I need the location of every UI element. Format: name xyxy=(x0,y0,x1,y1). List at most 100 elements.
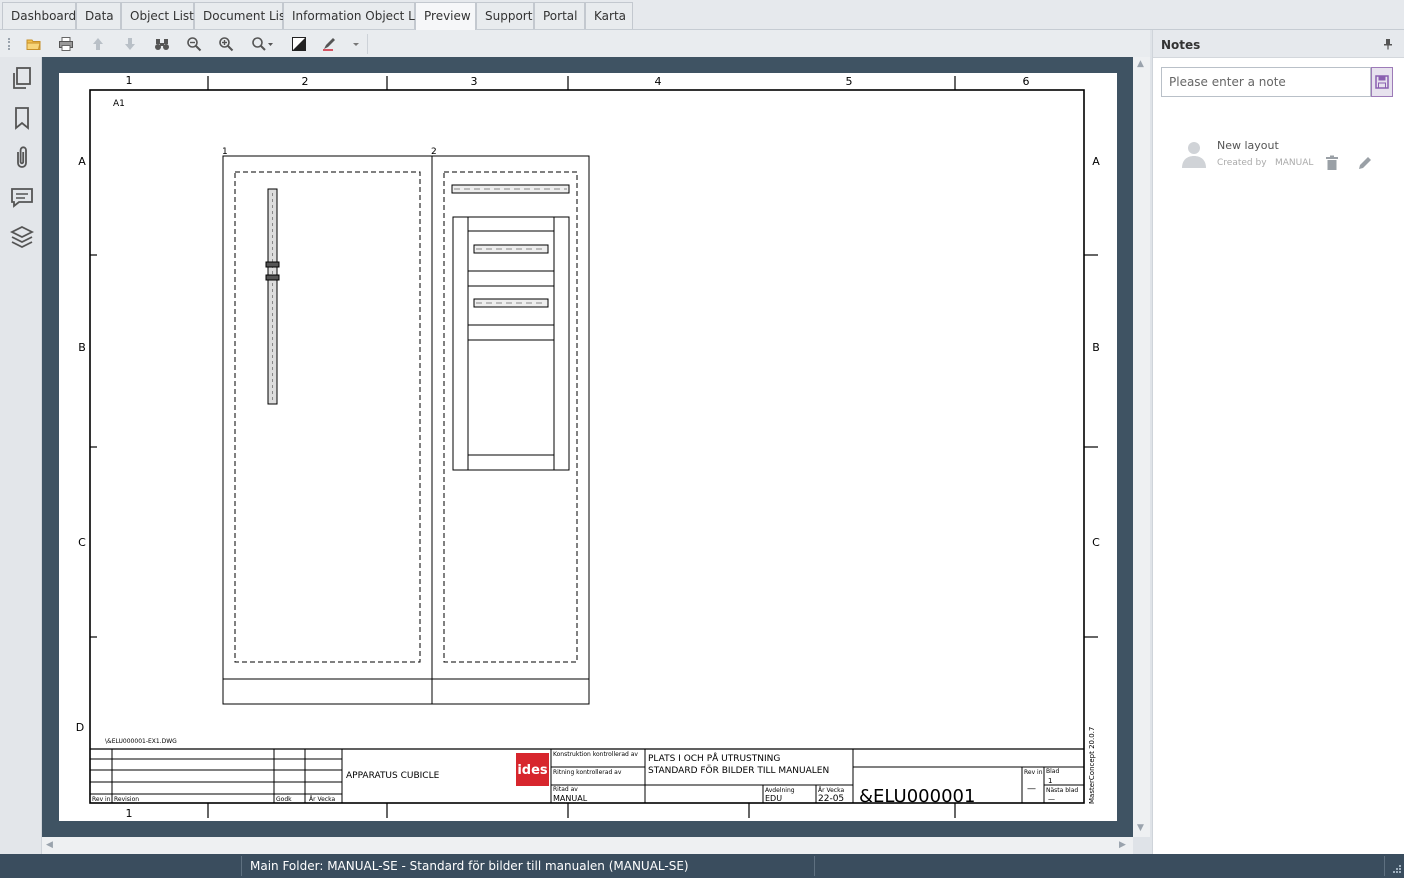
row-label: A xyxy=(78,155,86,168)
tb-description-2: STANDARD FÖR BILDER TILL MANUALEN xyxy=(648,765,829,776)
arrow-up-icon[interactable] xyxy=(88,34,108,54)
note-created-by-user: MANUAL xyxy=(1275,158,1314,168)
col-label: 6 xyxy=(1023,75,1030,88)
note-created-by-label: Created by xyxy=(1217,158,1267,168)
notes-body: New layout Created by MANUAL xyxy=(1153,58,1404,854)
file-ref: \&ELU000001-EX1.DWG xyxy=(105,738,177,745)
zoom-out-icon[interactable] xyxy=(184,34,204,54)
col-label: 1 xyxy=(126,74,133,87)
tb-godk: Godk xyxy=(276,796,292,803)
tb-ar-vecka-value: 22-05 xyxy=(818,794,844,804)
tb-description-1: PLATS I OCH PÅ UTRUSTNING xyxy=(648,752,780,764)
tab-portal[interactable]: Portal xyxy=(534,2,585,29)
tab-preview[interactable]: Preview xyxy=(415,2,476,30)
note-list-item[interactable]: New layout Created by MANUAL xyxy=(1181,137,1381,177)
col-label: 5 xyxy=(846,75,853,88)
pages-icon[interactable] xyxy=(8,64,36,92)
tb-rev-in-2: Rev in xyxy=(1024,769,1043,776)
note-title: New layout xyxy=(1217,139,1279,152)
toolbar-grip[interactable] xyxy=(8,38,10,50)
row-label-right: B xyxy=(1092,341,1100,354)
col-label: 3 xyxy=(471,75,478,88)
tb-nasta-blad-value: — xyxy=(1048,795,1055,803)
drawing-page[interactable]: 1 2 3 4 5 6 1 A B C D A B C A1 1 2 \&ELU… xyxy=(59,73,1117,821)
tb-konstruktion: Konstruktion kontrollerad av xyxy=(553,751,638,758)
notes-panel: Notes New layout Created by MANUAL xyxy=(1152,30,1404,854)
trash-icon[interactable] xyxy=(1325,155,1339,171)
layers-icon[interactable] xyxy=(8,223,36,251)
notes-title: Notes xyxy=(1161,38,1201,52)
tab-karta[interactable]: Karta xyxy=(585,2,633,29)
user-avatar-icon xyxy=(1182,142,1206,168)
row-label-right: C xyxy=(1092,536,1100,549)
status-divider xyxy=(814,856,815,876)
document-viewer[interactable]: 1 2 3 4 5 6 1 A B C D A B C A1 1 2 \&ELU… xyxy=(42,57,1133,837)
save-note-button[interactable] xyxy=(1371,67,1393,97)
tb-avdelning: Avdelning xyxy=(765,787,795,794)
notes-header: Notes xyxy=(1153,30,1404,58)
scroll-down-icon[interactable]: ▼ xyxy=(1137,823,1144,833)
save-icon xyxy=(1375,75,1389,89)
arrow-down-icon[interactable] xyxy=(120,34,140,54)
tb-rev-in: Rev in xyxy=(92,796,111,803)
horizontal-scrollbar[interactable]: ◀ ▶ xyxy=(42,837,1133,854)
tb-nasta-blad: Nästa blad xyxy=(1046,787,1078,794)
pin-icon[interactable] xyxy=(1383,38,1393,53)
zoom-in-icon[interactable] xyxy=(216,34,236,54)
tb-avdelning-value: EDU xyxy=(765,794,782,803)
tb-ar-vecka-2: År Vecka xyxy=(818,787,844,794)
tab-document-list[interactable]: Document List xyxy=(194,2,290,29)
tb-ritad-av: Ritad av xyxy=(553,786,578,793)
tb-doc-number: &ELU000001 xyxy=(859,786,975,807)
comment-icon[interactable] xyxy=(8,184,36,212)
sheet-ref: A1 xyxy=(113,99,125,109)
note-input[interactable] xyxy=(1161,67,1371,97)
attachment-icon[interactable] xyxy=(8,143,36,171)
tb-ritning: Ritning kontrollerad av xyxy=(553,769,622,776)
col-label: 2 xyxy=(302,75,309,88)
bookmark-icon[interactable] xyxy=(8,104,36,132)
left-sidebar xyxy=(0,57,42,854)
vertical-scrollbar[interactable]: ▲ ▼ xyxy=(1133,57,1150,837)
row-label: C xyxy=(78,536,86,549)
row-label: B xyxy=(78,341,86,354)
tab-object-list[interactable]: Object List xyxy=(121,2,194,29)
cabinet-1: 1 xyxy=(222,147,433,705)
tb-blad: Blad xyxy=(1046,768,1059,775)
toolbar xyxy=(0,30,1150,57)
tab-dashboard[interactable]: Dashboard xyxy=(2,2,76,29)
status-divider xyxy=(1384,856,1385,876)
zoom-dropdown-icon[interactable] xyxy=(248,34,276,54)
app-window: Dashboard Data Object List Document List… xyxy=(0,0,1404,878)
column-ticks xyxy=(90,76,1098,818)
drawing-frame xyxy=(89,89,1085,804)
resize-grip-icon[interactable] xyxy=(1390,864,1402,876)
tb-master-concept: MasterConcept 20.0.7 xyxy=(1088,727,1096,804)
ides-logo-text: ides xyxy=(517,763,548,778)
open-folder-icon[interactable] xyxy=(24,34,44,54)
scroll-left-icon[interactable]: ◀ xyxy=(46,840,53,850)
toolbar-separator xyxy=(367,34,368,54)
tab-support[interactable]: Support xyxy=(476,2,534,29)
row-label-right: A xyxy=(1092,155,1100,168)
tab-data[interactable]: Data xyxy=(76,2,121,29)
tb-revision: Revision xyxy=(114,796,139,803)
col-label: 4 xyxy=(655,75,662,88)
tb-dash: — xyxy=(1027,784,1036,794)
status-divider xyxy=(241,856,242,876)
binoculars-icon[interactable] xyxy=(152,34,172,54)
contrast-icon[interactable] xyxy=(289,34,309,54)
markup-pen-icon[interactable] xyxy=(321,34,361,54)
scroll-up-icon[interactable]: ▲ xyxy=(1137,59,1144,69)
cad-drawing: 1 2 3 4 5 6 1 A B C D A B C A1 1 2 \&ELU… xyxy=(76,74,1100,820)
pencil-icon[interactable] xyxy=(1357,155,1373,171)
tab-information-object-list[interactable]: Information Object List xyxy=(283,2,429,29)
tb-blad-value: 1 xyxy=(1048,777,1052,785)
scroll-right-icon[interactable]: ▶ xyxy=(1119,840,1126,850)
row-label: D xyxy=(76,721,84,734)
status-text: Main Folder: MANUAL-SE - Standard för bi… xyxy=(250,859,689,873)
tb-ritad-av-value: MANUAL xyxy=(553,794,588,803)
col-label-bottom: 1 xyxy=(126,807,133,820)
print-icon[interactable] xyxy=(56,34,76,54)
tb-title: APPARATUS CUBICLE xyxy=(346,771,440,781)
